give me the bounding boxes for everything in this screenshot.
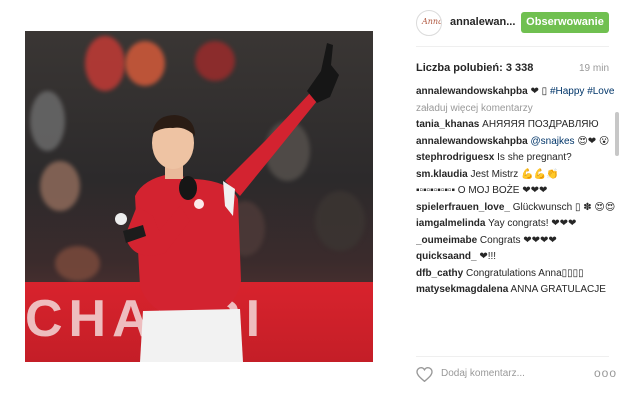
add-comment-input[interactable]: Dodaj komentarz... [441, 368, 525, 379]
post-footer: Dodaj komentarz... ooo [416, 366, 616, 386]
mention-link[interactable]: @snajkes [530, 136, 574, 147]
comment-text: Jest Mistrz 💪💪👏 [470, 168, 559, 180]
comment: stephrodriguesx Is she pregnant? [416, 152, 616, 164]
comment-username[interactable]: spielerfrauen_love_ [416, 202, 510, 213]
comment-username[interactable]: _oumeimabe [416, 235, 477, 246]
comment: tania_khanas АНЯЯЯЯ ПОЗДРАВЛЯЮ [416, 119, 616, 131]
comment-username[interactable]: annalewandowskahpba [416, 136, 528, 147]
divider [416, 46, 609, 47]
avatar-text: Anna [422, 17, 442, 26]
comment-username[interactable]: quicksaand_ [416, 251, 477, 262]
comment-text: 😍❤ 😮 [577, 135, 610, 147]
load-more-comments-link[interactable]: załaduj więcej komentarzy [416, 103, 616, 115]
post-sidebar: Anna annalewan... Obserwowanie Liczba po… [373, 0, 620, 397]
hashtag-link[interactable]: #Love [587, 86, 614, 97]
comment: ▪▫▪▫▪▫▪▫▪▫▪ O MOJ BOŻE ❤❤❤ [416, 185, 616, 197]
comment-text: Congrats ❤❤❤❤ [479, 234, 557, 246]
post-time[interactable]: 19 min [579, 63, 609, 74]
comment-username[interactable]: matysekmagdalena [416, 284, 508, 295]
caption: annalewandowskahpba ❤ ▯ #Happy #Love [416, 86, 616, 98]
caption-text: ❤ ▯ [530, 86, 550, 97]
comment-username[interactable]: sm.klaudia [416, 169, 468, 180]
comment: quicksaand_ ❤!!! [416, 251, 616, 263]
comment-text: АНЯЯЯЯ ПОЗДРАВЛЯЮ [482, 119, 599, 130]
username-link[interactable]: annalewan... [450, 16, 515, 28]
comment: spielerfrauen_love_ Glückwunsch ▯ ✽ 😍😍 [416, 202, 616, 214]
comment-text: ❤!!! [479, 251, 497, 262]
comment-text: Is she pregnant? [497, 152, 572, 163]
comments-list: annalewandowskahpba ❤ ▯ #Happy #Love zał… [416, 86, 616, 352]
comment: iamgalmelinda Yay congrats! ❤❤❤ [416, 218, 616, 230]
comment-text: ANNA GRATULACJE [510, 284, 606, 295]
more-options-icon[interactable]: ooo [594, 366, 617, 380]
divider [416, 356, 609, 357]
comment-text: Yay congrats! ❤❤❤ [488, 218, 577, 229]
avatar[interactable]: Anna [416, 10, 442, 36]
player-figure [115, 43, 339, 362]
comment: sm.klaudia Jest Mistrz 💪💪👏 [416, 169, 616, 181]
follow-button[interactable]: Obserwowanie [521, 12, 609, 33]
likes-count[interactable]: Liczba polubień: 3 338 [416, 62, 533, 74]
comment-username[interactable]: stephrodriguesx [416, 152, 494, 163]
heart-outline-icon[interactable] [416, 366, 433, 387]
post-header: Anna annalewan... Obserwowanie [373, 0, 620, 46]
comment-text: O MOJ BOŻE ❤❤❤ [457, 185, 548, 196]
comment: dfb_cathy Congratulations Anna▯▯▯▯ [416, 268, 616, 280]
comment: annalewandowskahpba @snajkes 😍❤ 😮 [416, 136, 616, 148]
comment-username[interactable]: tania_khanas [416, 119, 479, 130]
caption-username[interactable]: annalewandowskahpba [416, 86, 528, 97]
comment-text: Congratulations Anna▯▯▯▯ [466, 267, 584, 279]
comment: matysekmagdalena ANNA GRATULACJE [416, 284, 616, 296]
post-photo[interactable]: CHAMPI [25, 31, 373, 362]
comment-username[interactable]: dfb_cathy [416, 268, 463, 279]
comments-scrollbar[interactable] [615, 112, 619, 156]
comment: _oumeimabe Congrats ❤❤❤❤ [416, 235, 616, 247]
comment-username[interactable]: iamgalmelinda [416, 218, 485, 229]
comment-text: Glückwunsch ▯ ✽ 😍😍 [512, 201, 616, 213]
comment-username[interactable]: ▪▫▪▫▪▫▪▫▪▫▪ [416, 185, 455, 196]
hashtag-link[interactable]: #Happy [550, 86, 584, 97]
